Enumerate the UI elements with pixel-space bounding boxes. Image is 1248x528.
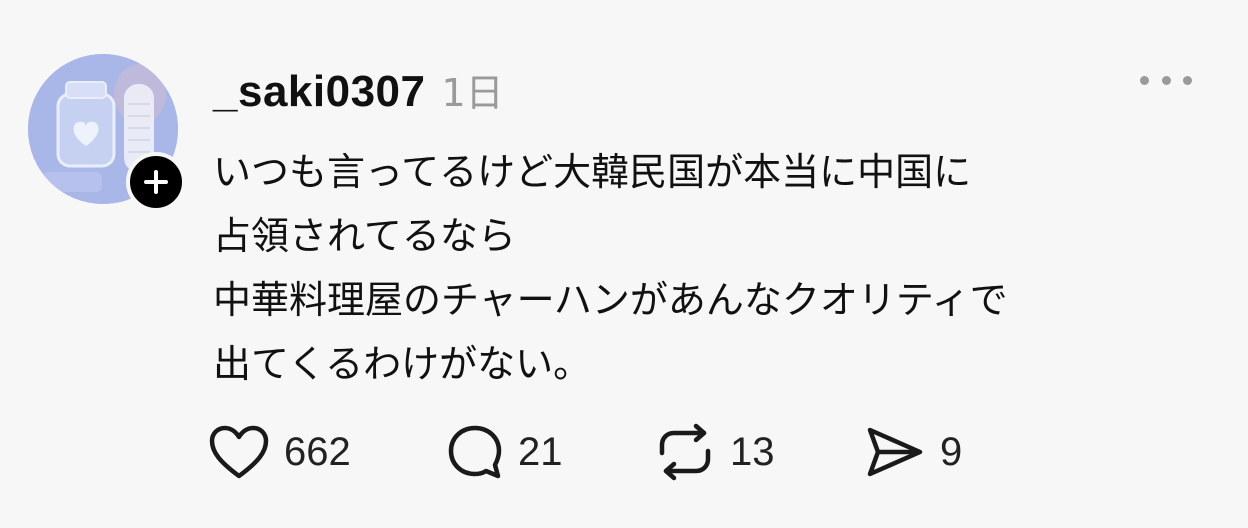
like-button[interactable]: 662 [208,420,351,484]
post-header: _saki0307 1日 [213,62,504,118]
share-count: 9 [940,429,963,474]
speech-bubble-icon [446,423,504,481]
post-body-line: 中華料理屋のチャーハンがあんなクオリティで [213,278,1008,322]
post-body-line: 占領されてるなら [213,214,516,258]
post-body-line: いつも言ってるけど大韓民国が本当に中国に [213,150,972,194]
repost-icon [654,423,716,481]
reply-button[interactable]: 21 [446,420,563,484]
like-count: 662 [284,429,351,474]
post-body-line: 出てくるわけがない。 [213,342,592,386]
send-icon [864,424,926,480]
plus-icon [144,170,168,194]
username-link[interactable]: _saki0307 [213,67,426,117]
post-card: _saki0307 1日 いつも言ってるけど大韓民国が本当に中国に 占領されてる… [0,0,1248,528]
more-options-button[interactable] [1140,62,1192,98]
follow-button[interactable] [126,152,186,212]
avatar-container [28,54,186,212]
more-horizontal-icon-dot [1183,75,1192,85]
post-timestamp: 1日 [441,71,504,115]
more-horizontal-icon-dot [1161,75,1171,85]
repost-button[interactable]: 13 [654,420,775,484]
reply-count: 21 [518,429,563,474]
repost-count: 13 [730,429,775,474]
post-body: いつも言ってるけど大韓民国が本当に中国に 占領されてるなら 中華料理屋のチャーハ… [213,140,1213,396]
share-button[interactable]: 9 [864,420,962,484]
action-bar: 662 21 13 9 [208,420,1008,484]
heart-icon [208,424,270,480]
more-horizontal-icon [1140,75,1149,85]
